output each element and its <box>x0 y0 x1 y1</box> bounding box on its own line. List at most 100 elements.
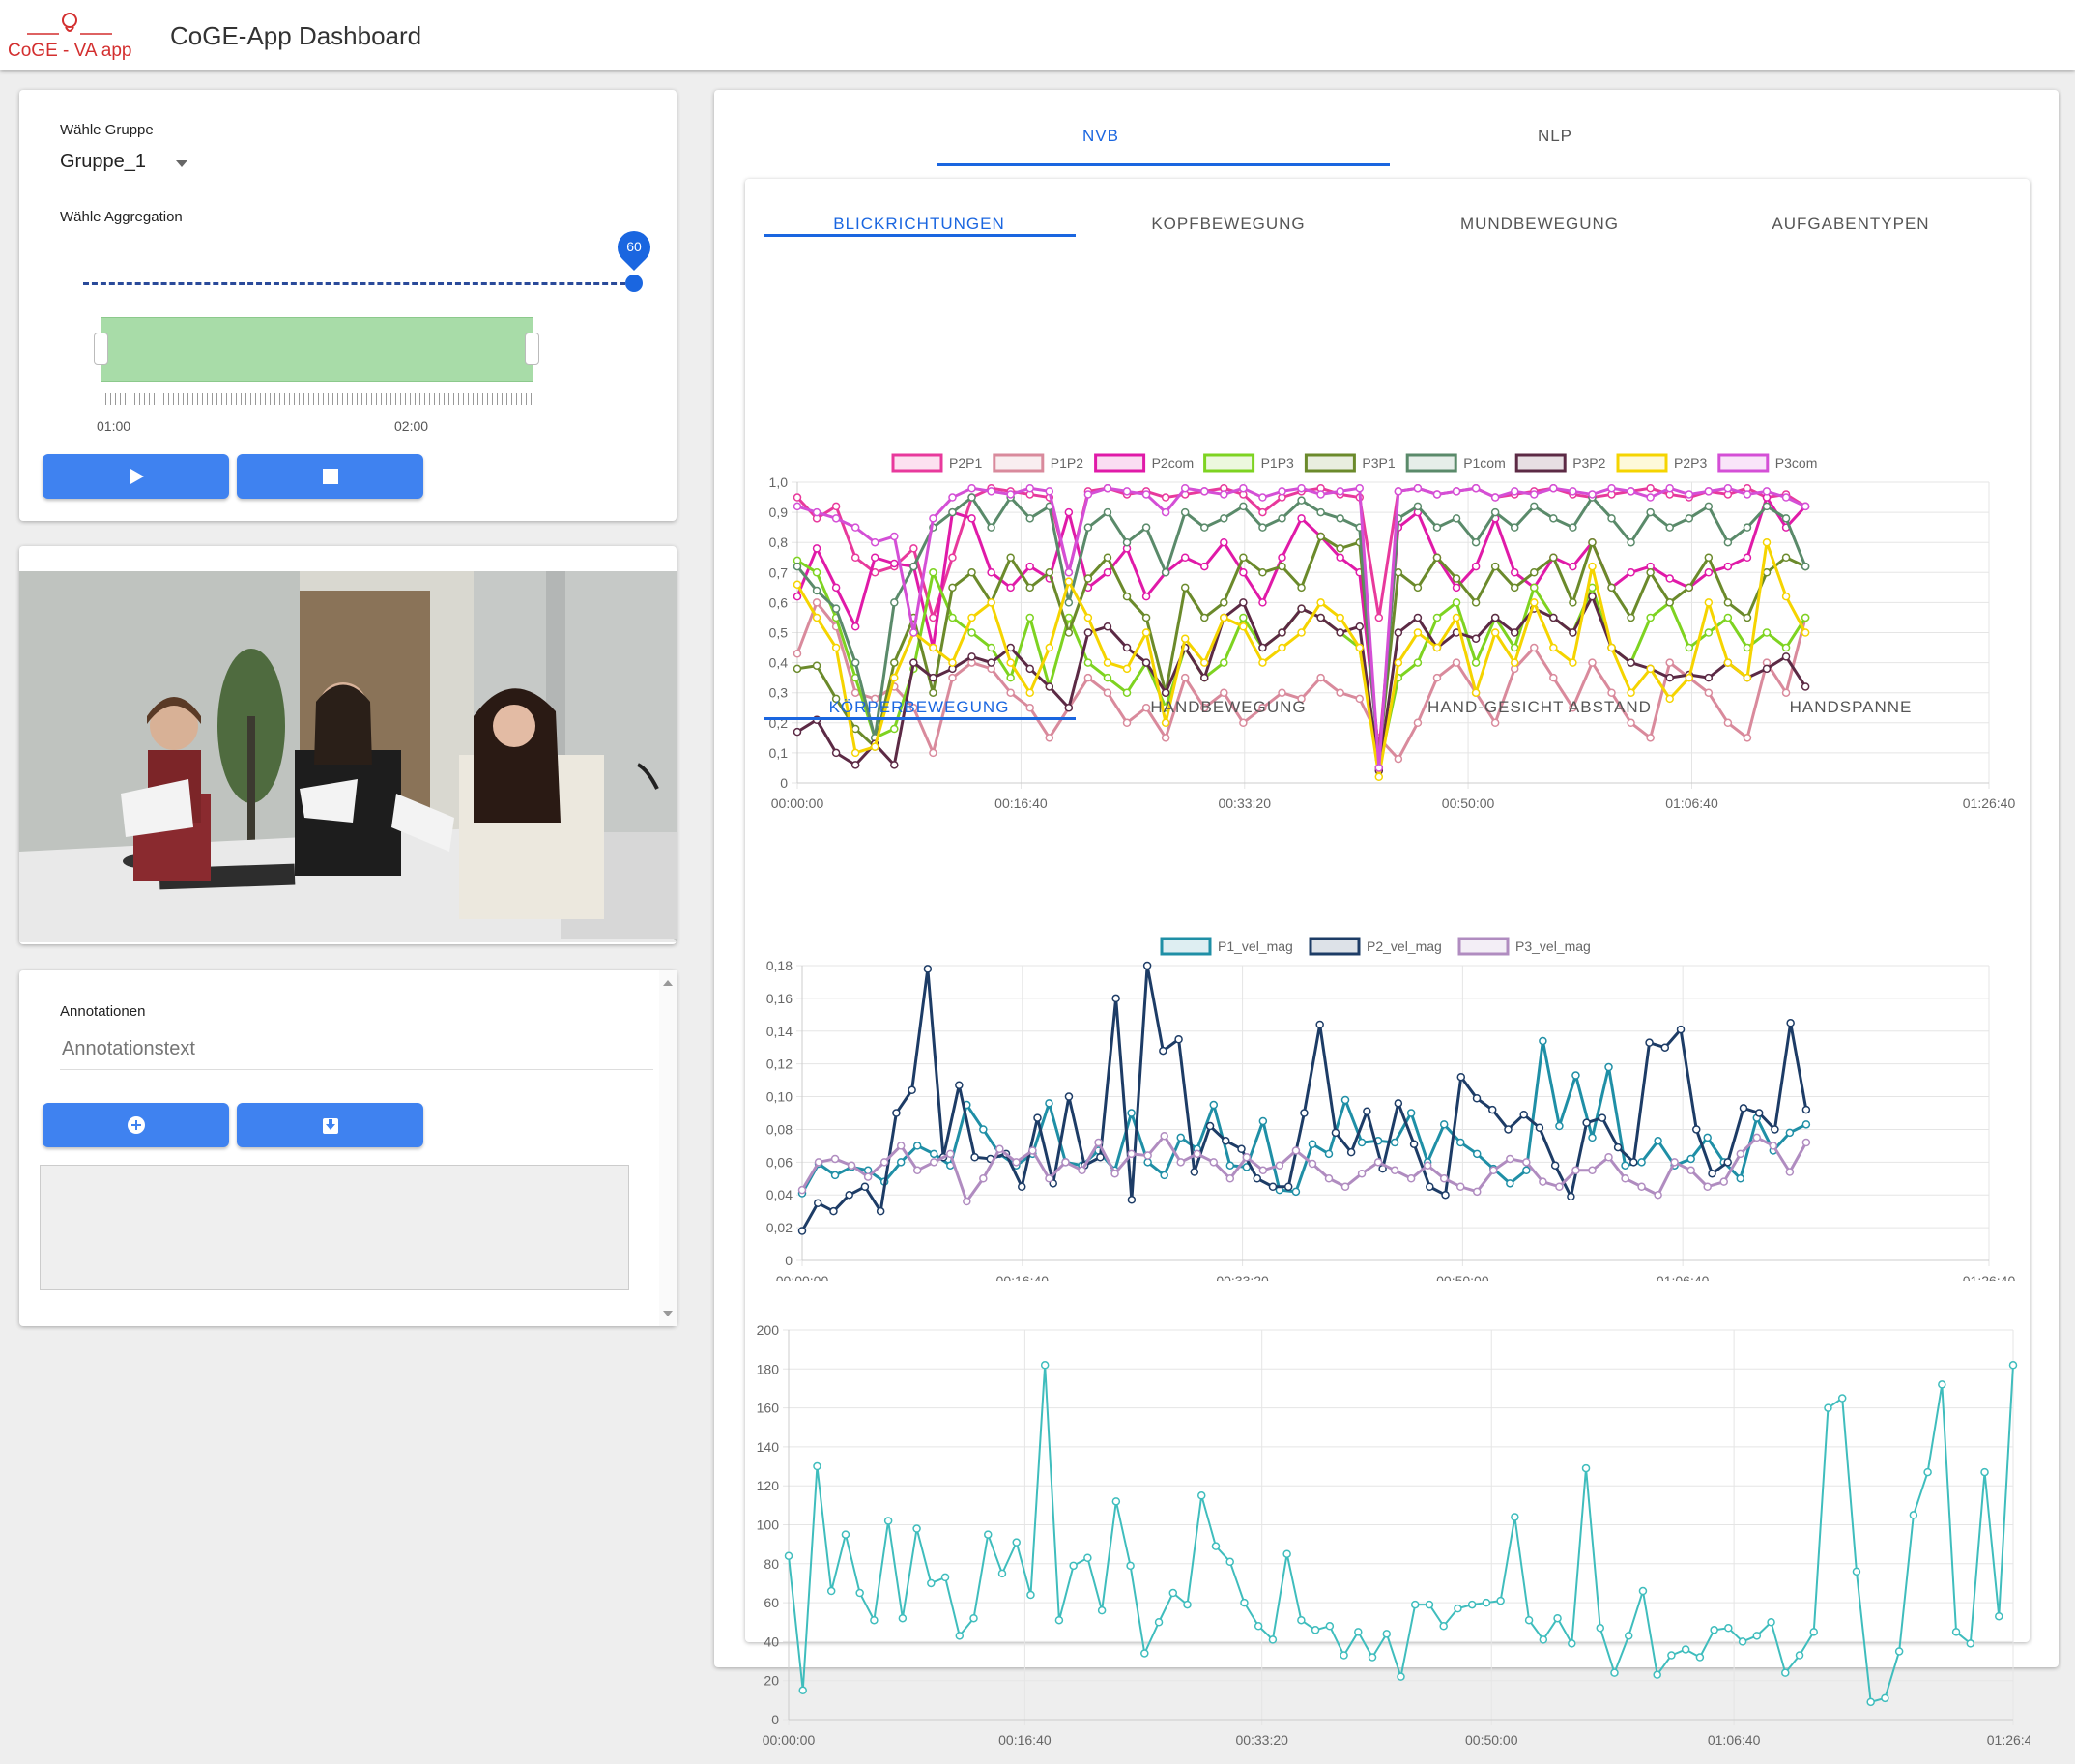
y-tick-label: 60 <box>764 1595 779 1610</box>
data-point <box>1524 1615 1534 1625</box>
data-point <box>1282 1549 1291 1558</box>
data-point <box>1297 514 1306 523</box>
scroll-up-icon[interactable] <box>663 980 673 986</box>
data-point <box>793 592 802 601</box>
data-point <box>1686 1154 1695 1164</box>
data-point <box>929 568 937 577</box>
data-point <box>1490 562 1500 571</box>
data-point <box>1382 1630 1392 1638</box>
slider-thumb[interactable] <box>625 275 643 292</box>
data-point <box>1530 643 1539 652</box>
tab-koerperbewegung[interactable]: KÖRPERBEWEGUNG <box>764 698 1074 717</box>
data-point <box>1209 1158 1219 1167</box>
y-tick-label: 120 <box>757 1478 780 1493</box>
data-point <box>1510 628 1519 637</box>
data-point <box>955 1081 964 1089</box>
data-point <box>860 1182 870 1191</box>
data-point <box>1103 507 1112 517</box>
data-point <box>979 1125 988 1134</box>
range-handle-left[interactable] <box>94 333 108 365</box>
data-point <box>1665 598 1674 607</box>
data-point <box>1522 1166 1531 1175</box>
download-annotations-button[interactable] <box>237 1103 423 1147</box>
data-point <box>1627 613 1635 622</box>
data-point <box>793 727 802 737</box>
y-tick-label: 0,10 <box>766 1089 793 1105</box>
annotation-list[interactable] <box>40 1165 629 1290</box>
data-point <box>1397 1672 1405 1681</box>
data-point <box>1646 568 1655 577</box>
scrollbar[interactable] <box>659 970 677 1326</box>
y-tick-label: 100 <box>757 1518 780 1533</box>
data-point <box>1394 628 1403 637</box>
data-point <box>1025 514 1034 523</box>
data-point <box>1225 1161 1235 1170</box>
aggregation-slider[interactable]: 60 <box>83 223 658 293</box>
data-point <box>1355 483 1364 493</box>
y-tick-label: 40 <box>764 1634 779 1649</box>
data-point <box>929 1158 938 1167</box>
data-point <box>908 1085 916 1095</box>
data-point <box>1064 628 1074 637</box>
data-point <box>1432 523 1442 532</box>
tab-hand-gesicht-abstand[interactable]: HAND-GESICHT ABSTAND <box>1385 698 1694 717</box>
data-point <box>987 643 995 652</box>
data-point <box>1703 1133 1712 1142</box>
data-point <box>927 1578 936 1588</box>
data-point <box>1535 1123 1544 1132</box>
stop-button[interactable] <box>237 454 423 499</box>
video-player[interactable] <box>19 571 677 942</box>
timeline-range[interactable] <box>101 317 533 382</box>
data-point <box>890 532 899 541</box>
data-point <box>1530 490 1539 499</box>
data-point <box>850 688 860 697</box>
data-point <box>909 562 918 571</box>
tab-blickrichtungen[interactable]: BLICKRICHTUNGEN <box>764 215 1074 234</box>
annotation-input[interactable] <box>60 1028 653 1070</box>
data-point <box>1582 1118 1591 1127</box>
app-bar: CoGE - VA app CoGE-App Dashboard <box>0 0 2075 70</box>
range-handle-right[interactable] <box>525 333 539 365</box>
data-point <box>1239 568 1248 577</box>
data-point <box>1413 628 1423 637</box>
data-point <box>890 724 899 734</box>
y-tick-label: 0,1 <box>769 745 789 761</box>
data-point <box>1471 598 1481 607</box>
group-select[interactable]: Gruppe_1 <box>60 151 195 180</box>
data-point <box>831 502 841 511</box>
data-point <box>1723 483 1733 493</box>
data-point <box>1627 658 1635 667</box>
data-point <box>814 1158 823 1167</box>
play-button[interactable] <box>43 454 229 499</box>
data-point <box>1141 523 1151 532</box>
tab-kopfbewegung[interactable]: KOPFBEWEGUNG <box>1074 215 1383 234</box>
tab-handspanne[interactable]: HANDSPANNE <box>1696 698 2005 717</box>
tab-mundbewegung[interactable]: MUNDBEWEGUNG <box>1385 215 1694 234</box>
tab-handbewegung[interactable]: HANDBEWEGUNG <box>1074 698 1383 717</box>
data-point <box>793 562 802 571</box>
data-point <box>1627 718 1635 728</box>
data-point <box>1471 688 1481 697</box>
data-point <box>1627 688 1635 697</box>
data-point <box>929 673 937 682</box>
data-point <box>870 1615 879 1625</box>
tab-nlp[interactable]: NLP <box>1391 127 1719 146</box>
data-point <box>1180 634 1190 643</box>
data-point <box>1624 1632 1633 1640</box>
data-point <box>1161 507 1170 517</box>
legend-label: P3com <box>1775 455 1818 471</box>
data-point <box>1549 553 1558 562</box>
data-point <box>1180 673 1190 682</box>
app-logo[interactable]: CoGE - VA app <box>6 10 133 64</box>
x-tick-label: 00:50:00 <box>1442 795 1495 811</box>
tab-nvb[interactable]: NVB <box>937 127 1265 146</box>
legend-label: P1P3 <box>1261 455 1294 471</box>
data-point <box>1220 658 1228 667</box>
scroll-down-icon[interactable] <box>663 1311 673 1316</box>
data-point <box>1220 537 1228 547</box>
data-point <box>1781 643 1791 652</box>
tab-aufgabentypen[interactable]: AUFGABENTYPEN <box>1696 215 2005 234</box>
add-annotation-button[interactable] <box>43 1103 229 1147</box>
series-line <box>795 600 1807 761</box>
data-point <box>1452 487 1461 496</box>
